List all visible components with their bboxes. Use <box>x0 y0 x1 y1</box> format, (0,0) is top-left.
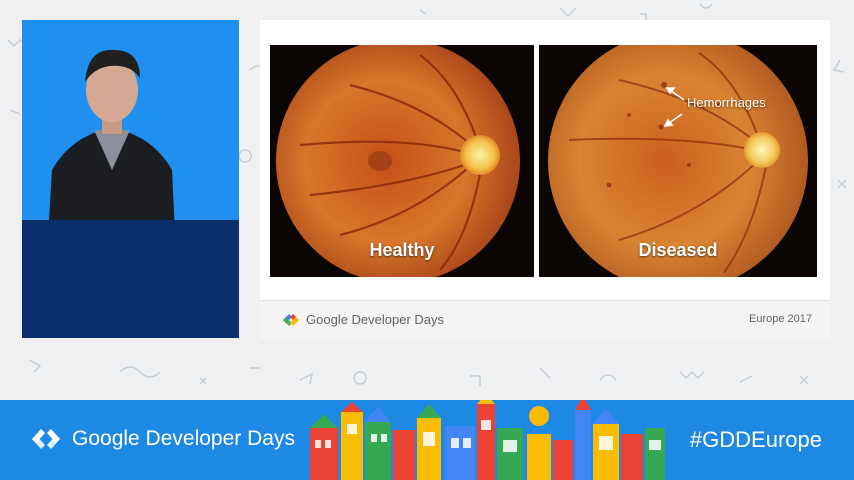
gdd-logo-icon <box>32 429 60 449</box>
banner-brand-text: Google Developer Days <box>72 427 295 450</box>
speaker-video <box>22 20 239 338</box>
slide-footer-brand-text: Google Developer Days <box>306 312 445 327</box>
diseased-retina-image: Hemorrhages Diseased <box>539 45 817 277</box>
gdd-logo-icon <box>283 313 299 326</box>
stage-floor <box>22 220 239 338</box>
presentation-slide: Healthy Hemorrhages Diseased Google Deve… <box>260 20 830 339</box>
city-skyline-illustration <box>310 400 665 480</box>
slide-content: Healthy Hemorrhages Diseased <box>260 20 830 300</box>
slide-footer-event: Europe 2017 <box>749 313 812 325</box>
diseased-caption: Diseased <box>638 240 718 260</box>
slide-footer-brand: Google Developer Days <box>282 312 444 327</box>
slide-footer: Google Developer Days Europe 2017 <box>260 300 830 339</box>
banner-brand: Google Developer Days <box>30 427 295 451</box>
event-hashtag: #GDDEurope <box>689 427 822 452</box>
hemorrhages-annotation: Hemorrhages <box>687 95 766 110</box>
healthy-retina-image: Healthy <box>270 45 534 277</box>
event-banner: Google Developer Days #GDDEurope <box>0 400 854 480</box>
healthy-caption: Healthy <box>369 240 435 260</box>
